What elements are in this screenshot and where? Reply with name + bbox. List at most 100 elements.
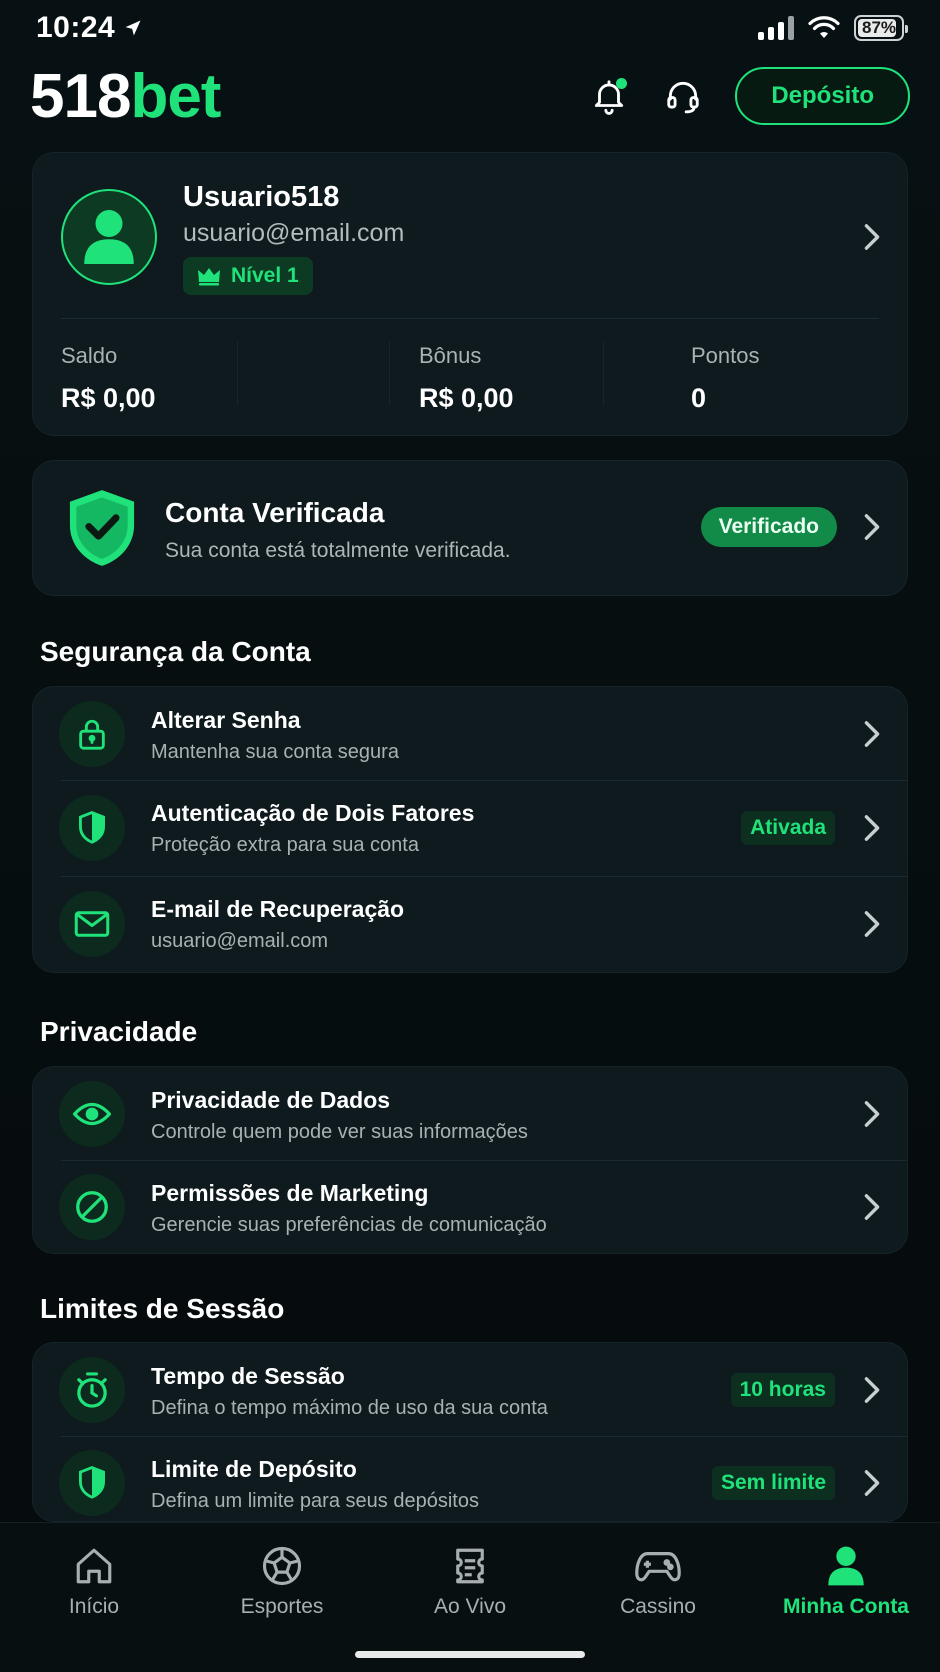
nav-label: Início <box>68 1595 120 1618</box>
row-two-factor[interactable]: Autenticação de Dois Fatores Proteção ex… <box>33 780 907 876</box>
row-subtitle: Gerencie suas preferências de comunicaçã… <box>151 1214 547 1236</box>
battery-icon: 87% <box>854 15 908 41</box>
row-subtitle: Proteção extra para sua conta <box>151 834 419 856</box>
wifi-icon <box>808 16 840 38</box>
crown-icon <box>198 268 220 286</box>
row-subtitle: Controle quem pode ver suas informações <box>151 1121 528 1143</box>
nav-home[interactable]: Início <box>14 1545 174 1619</box>
support-button[interactable] <box>661 74 705 118</box>
profile-divider <box>61 318 879 319</box>
chevron-right-icon <box>864 1469 880 1496</box>
row-change-password[interactable]: Alterar Senha Mantenha sua conta segura <box>33 687 907 780</box>
row-subtitle: Mantenha sua conta segura <box>151 741 399 763</box>
verified-subtitle: Sua conta está totalmente verificada. <box>165 539 511 562</box>
profile-email: usuario@email.com <box>183 219 405 247</box>
deposit-button[interactable]: Depósito <box>735 67 910 125</box>
security-list: Alterar Senha Mantenha sua conta segura … <box>32 686 908 973</box>
shield-icon <box>59 1449 125 1516</box>
headset-icon <box>667 81 700 114</box>
row-title: Privacidade de Dados <box>151 1087 391 1113</box>
shield-check-icon <box>69 490 135 566</box>
battery-level: 87% <box>861 18 897 37</box>
nav-sports[interactable]: Esportes <box>202 1545 362 1619</box>
stat-value: R$ 0,00 <box>419 383 514 413</box>
row-title: Tempo de Sessão <box>151 1363 345 1389</box>
app-header: 518bet Depósito <box>30 60 910 132</box>
brand-logo[interactable]: 518bet <box>30 61 221 132</box>
row-title: Permissões de Marketing <box>151 1180 429 1206</box>
row-title: Autenticação de Dois Fatores <box>151 800 475 826</box>
chevron-right-icon <box>864 1193 880 1220</box>
chevron-right-icon <box>864 815 880 841</box>
nav-live[interactable]: Ao Vivo <box>390 1545 550 1619</box>
signal-icon <box>758 16 794 40</box>
row-deposit-limit[interactable]: Limite de Depósito Defina um limite para… <box>33 1436 907 1521</box>
row-data-privacy[interactable]: Privacidade de Dados Controle quem pode … <box>33 1067 907 1160</box>
row-title: Limite de Depósito <box>151 1456 357 1482</box>
bottom-navigation: Início Esportes Ao Vivo Cassino Minha Co… <box>0 1522 940 1672</box>
stat-separator <box>389 341 390 405</box>
status-badge: Ativada <box>741 811 835 845</box>
status-indicators: 87% <box>758 15 908 41</box>
row-title: E-mail de Recuperação <box>151 896 405 922</box>
status-badge: 10 horas <box>730 1372 835 1407</box>
limits-list: Tempo de Sessão Defina o tempo máximo de… <box>32 1342 908 1522</box>
chevron-right-icon <box>864 1376 880 1403</box>
section-title-privacy: Privacidade <box>40 1016 198 1047</box>
verified-title: Conta Verificada <box>165 497 385 528</box>
location-arrow-icon <box>125 20 141 36</box>
mail-icon <box>59 891 125 957</box>
chevron-right-icon <box>864 911 880 937</box>
verified-badge: Verificado <box>700 507 837 547</box>
ball-icon <box>262 1546 302 1586</box>
logo-word: bet <box>130 61 221 131</box>
notifications-button[interactable] <box>587 74 631 118</box>
row-subtitle: Defina um limite para seus depósitos <box>151 1490 479 1512</box>
block-icon <box>59 1173 125 1240</box>
nav-label: Ao Vivo <box>434 1595 506 1618</box>
profile-card[interactable]: Usuario518 usuario@email.com Nível 1 Sal… <box>32 152 908 436</box>
stat-separator <box>237 341 238 405</box>
logo-number: 518 <box>30 61 131 131</box>
avatar <box>61 189 157 285</box>
row-session-time[interactable]: Tempo de Sessão Defina o tempo máximo de… <box>33 1343 907 1436</box>
user-icon <box>84 210 134 264</box>
row-marketing-permissions[interactable]: Permissões de Marketing Gerencie suas pr… <box>33 1160 907 1253</box>
home-icon <box>76 1548 112 1584</box>
row-subtitle: Defina o tempo máximo de uso da sua cont… <box>151 1397 548 1419</box>
eye-icon <box>59 1080 125 1147</box>
privacy-list: Privacidade de Dados Controle quem pode … <box>32 1066 908 1254</box>
level-badge: Nível 1 <box>183 257 313 295</box>
row-recovery-email[interactable]: E-mail de Recuperação usuario@email.com <box>33 876 907 972</box>
stat-points: Pontos 0 <box>691 343 760 414</box>
shield-icon <box>59 795 125 861</box>
nav-label: Esportes <box>240 1595 324 1618</box>
status-badge: Sem limite <box>711 1465 835 1500</box>
status-bar: 10:24 87% <box>0 0 940 56</box>
stat-label: Pontos <box>691 343 760 368</box>
chevron-right-icon <box>864 720 880 747</box>
section-title-limits: Limites de Sessão <box>40 1293 285 1324</box>
nav-casino[interactable]: Cassino <box>578 1545 738 1619</box>
stat-value: R$ 0,00 <box>61 383 156 413</box>
chevron-right-icon <box>864 514 880 540</box>
level-label: Nível 1 <box>231 264 299 287</box>
status-time: 10:24 <box>36 11 143 45</box>
chevron-right-icon <box>864 1100 880 1127</box>
lock-icon <box>59 700 125 767</box>
chevron-right-icon <box>864 224 880 250</box>
verified-card[interactable]: Conta Verificada Sua conta está totalmen… <box>32 460 908 596</box>
row-subtitle: usuario@email.com <box>151 930 329 952</box>
nav-my-account[interactable]: Minha Conta <box>766 1545 926 1619</box>
profile-name: Usuario518 <box>183 181 340 213</box>
home-indicator[interactable] <box>355 1651 585 1658</box>
stat-value: 0 <box>691 383 707 413</box>
ticket-icon <box>456 1548 484 1584</box>
nav-label: Minha Conta <box>783 1595 909 1618</box>
nav-label: Cassino <box>620 1595 696 1618</box>
gamepad-icon <box>635 1552 681 1582</box>
stat-label: Bônus <box>419 343 482 368</box>
stopwatch-icon <box>59 1356 125 1423</box>
clock: 10:24 <box>36 11 116 44</box>
row-title: Alterar Senha <box>151 707 301 733</box>
